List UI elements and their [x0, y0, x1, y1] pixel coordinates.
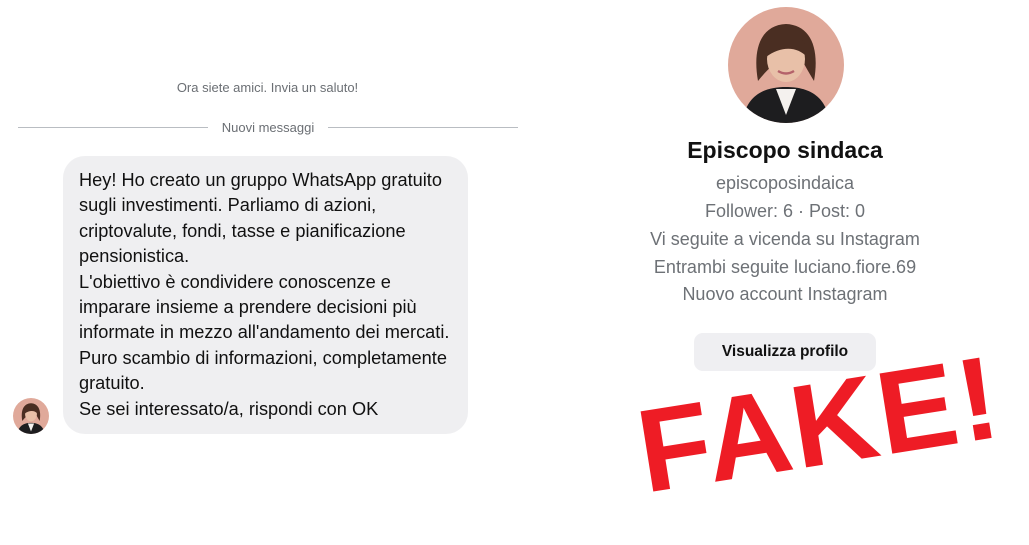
profile-avatar[interactable] — [728, 7, 844, 123]
common-follow-note: Entrambi seguite luciano.fiore.69 — [653, 257, 917, 277]
divider-line-left — [18, 126, 208, 128]
sender-avatar-portrait — [13, 398, 49, 434]
mutual-follow-note: Vi seguite a vicenda su Instagram — [650, 229, 920, 249]
message-paragraph-1: Hey! Ho creato un gruppo WhatsApp gratui… — [79, 170, 442, 267]
profile-avatar-portrait — [728, 7, 844, 123]
profile-name: Episcopo sindaca — [687, 137, 883, 163]
message-paragraph-3: Se sei interessato/a, rispondi con OK — [79, 398, 379, 419]
new-messages-label: Nuovi messaggi — [221, 119, 315, 135]
new-messages-divider: Nuovi messaggi — [18, 117, 518, 137]
divider-line-right — [328, 126, 518, 128]
new-account-note: Nuovo account Instagram — [682, 284, 888, 304]
message-paragraph-2: L'obiettivo è condividere conoscenze e i… — [79, 271, 450, 394]
profile-stats: Follower: 6 · Post: 0 — [704, 201, 866, 221]
friends-system-note: Ora siete amici. Invia un saluto! — [176, 80, 359, 95]
message-bubble[interactable]: Hey! Ho creato un gruppo WhatsApp gratui… — [63, 156, 468, 434]
chat-panel: Ora siete amici. Invia un saluto! Nuovi … — [0, 0, 535, 545]
profile-username: episcoposindaica — [715, 173, 855, 193]
sender-avatar[interactable] — [13, 398, 49, 434]
